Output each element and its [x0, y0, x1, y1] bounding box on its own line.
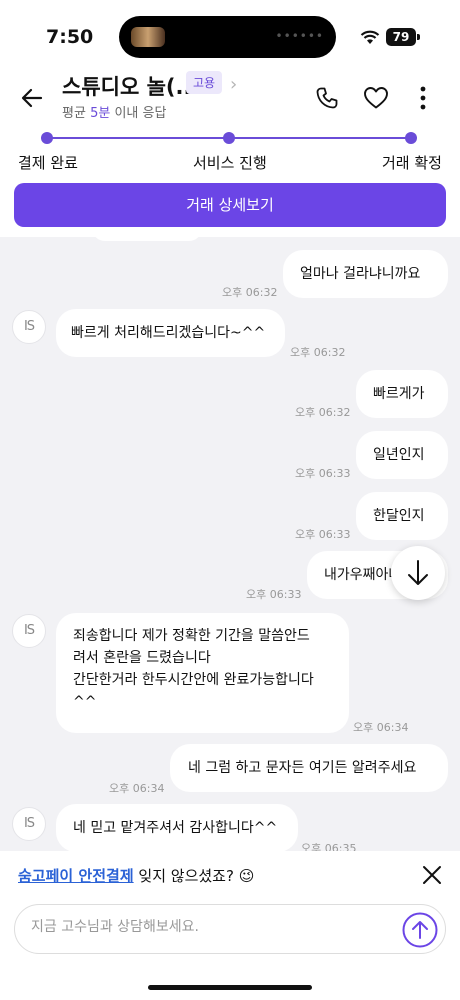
- wink-emoji: 😉: [238, 867, 255, 885]
- page-title[interactable]: 스튜디오 놀(...: [62, 71, 199, 101]
- response-time-suffix: 이내 응답: [114, 106, 167, 121]
- arrow-down-icon: [408, 560, 428, 585]
- response-time-value: 5분: [90, 106, 111, 121]
- send-button-icon[interactable]: [402, 912, 438, 948]
- message-time: 오후 06:33: [295, 528, 351, 541]
- step-deal-confirmed: 거래 확정: [382, 154, 442, 172]
- close-icon[interactable]: [421, 864, 443, 886]
- scroll-to-bottom-button[interactable]: [391, 546, 445, 600]
- message-bubble-sent: 네 그럼 하고 문자든 여기든 알려주세요: [170, 744, 448, 792]
- message-time: 오후 06:33: [246, 588, 302, 601]
- safe-payment-notice: 숨고페이 안전결제 잊지 않으셨죠? 😉: [18, 865, 254, 886]
- message-text: 일년인지: [373, 447, 425, 463]
- message-bubble-sent: 얼마나 걸라냐니까요: [283, 250, 448, 298]
- response-time-prefix: 평균: [62, 106, 86, 121]
- message-line: 간단한거라 한두시간안에 완료가능합니다: [73, 672, 314, 688]
- response-time: 평균 5분 이내 응답: [62, 102, 166, 121]
- message-line: 려서 혼란을 드렸습니다: [73, 650, 211, 666]
- message-input[interactable]: [29, 918, 393, 936]
- message-text: 얼마나 걸라냐니까요: [300, 266, 421, 282]
- message-bubble-received: 빠르게 처리해드리겠습니다~^^: [56, 309, 285, 357]
- message-bubble-sent: 한달인지: [356, 492, 448, 540]
- message-text: 빠르게 처리해드리겠습니다~^^: [71, 325, 266, 341]
- message-time: 오후 06:35: [301, 842, 357, 851]
- status-time: 7:50: [46, 26, 94, 48]
- now-playing-thumbnail: [131, 27, 165, 47]
- message-line: 죄송합니다 제가 정확한 기간을 말씀안드: [73, 628, 310, 644]
- message-time: 오후 06:33: [295, 467, 351, 480]
- island-dots: ••••••: [275, 29, 324, 43]
- more-options-icon[interactable]: [420, 86, 426, 110]
- progress-dot-3: [405, 132, 417, 144]
- hire-badge: 고용: [186, 71, 223, 94]
- home-indicator: [148, 985, 312, 990]
- phone-icon[interactable]: [315, 86, 339, 110]
- chat-area[interactable]: 얼마나 걸라냐니까요 오후 06:32 IS 빠르게 처리해드리겠습니다~^^ …: [0, 237, 460, 851]
- wifi-icon: [360, 30, 380, 44]
- battery-tip: [417, 34, 420, 40]
- message-text: 네 그럼 하고 문자든 여기든 알려주세요: [188, 760, 417, 776]
- message-bubble-sent: 빠르게가: [356, 370, 448, 418]
- progress-dot-2: [223, 132, 235, 144]
- progress-dot-1: [41, 132, 53, 144]
- safe-payment-link[interactable]: 숨고페이 안전결제: [18, 867, 134, 885]
- message-text: 한달인지: [373, 508, 425, 524]
- message-time: 오후 06:34: [353, 721, 409, 734]
- message-time: 오후 06:32: [290, 346, 346, 359]
- chevron-right-icon[interactable]: ›: [230, 74, 237, 95]
- step-service-in-progress: 서비스 진행: [193, 154, 267, 172]
- notice-text: 잊지 않으셨죠?: [138, 867, 234, 885]
- avatar[interactable]: IS: [12, 807, 46, 841]
- message-time: 오후 06:32: [295, 406, 351, 419]
- message-time: 오후 06:32: [222, 286, 278, 299]
- deal-detail-button[interactable]: 거래 상세보기: [14, 183, 446, 227]
- avatar[interactable]: IS: [12, 614, 46, 648]
- message-text: 네 믿고 맡겨주셔서 감사합니다^^: [73, 820, 278, 836]
- message-time: 오후 06:34: [109, 782, 165, 795]
- message-bubble-received: 죄송합니다 제가 정확한 기간을 말씀안드 려서 혼란을 드렸습니다 간단한거라…: [56, 613, 349, 733]
- avatar[interactable]: IS: [12, 310, 46, 344]
- battery-icon: 79: [386, 28, 416, 46]
- step-payment-complete: 결제 완료: [18, 154, 78, 172]
- message-text: 빠르게가: [373, 386, 425, 402]
- message-input-bar: [14, 904, 446, 954]
- back-arrow-icon[interactable]: [20, 86, 44, 110]
- partial-message-bubble: [92, 237, 202, 241]
- dynamic-island: ••••••: [119, 16, 336, 58]
- heart-icon[interactable]: [363, 86, 389, 110]
- message-line: ^^: [73, 694, 97, 710]
- message-bubble-sent: 일년인지: [356, 431, 448, 479]
- message-bubble-received: 네 믿고 맡겨주셔서 감사합니다^^: [56, 804, 298, 851]
